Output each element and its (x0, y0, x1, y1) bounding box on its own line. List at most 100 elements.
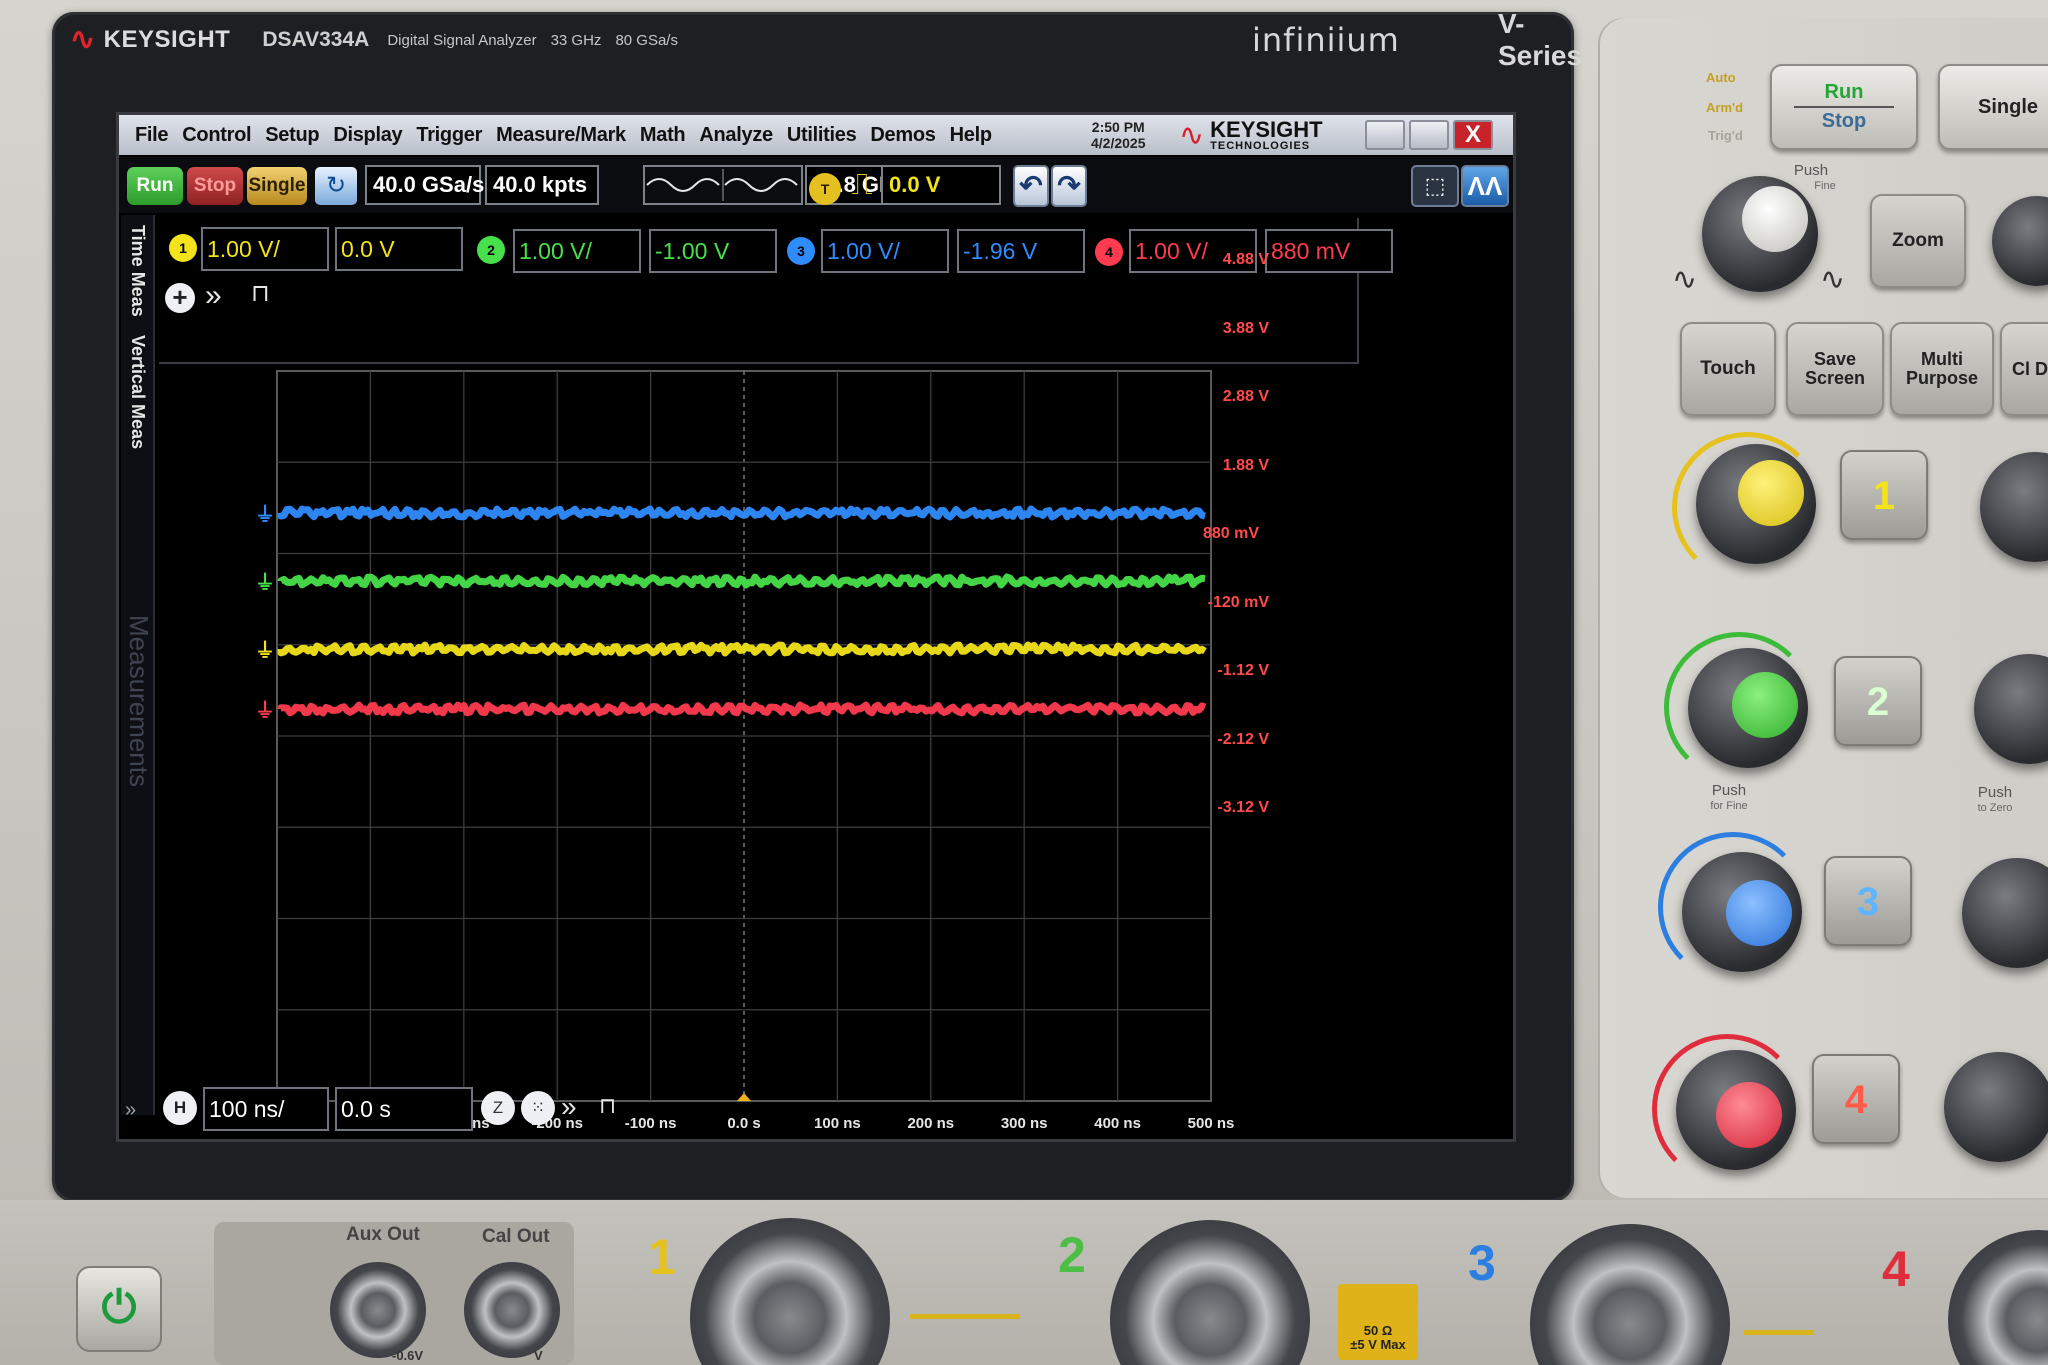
channel-4-offset[interactable]: 880 mV (1265, 229, 1393, 273)
vertical-scale-label: -3.12 V (1217, 799, 1269, 816)
grid-dots-icon[interactable]: ⁙ (521, 1091, 555, 1125)
horizontal-badge[interactable]: H (163, 1091, 197, 1125)
time-axis-label: 200 ns (907, 1115, 955, 1132)
vertical-scale-label: 4.88 V (1222, 251, 1269, 268)
timebase-pin-icon[interactable]: ⊓ (599, 1093, 616, 1119)
channel-2-trace[interactable] (277, 573, 1206, 589)
timebase-position[interactable]: 0.0 s (335, 1087, 473, 1131)
wave-large-icon: ∿ (1820, 263, 1846, 296)
channel-3-key[interactable]: 3 (1824, 856, 1912, 946)
stop-key-label: Stop (1821, 110, 1867, 132)
clear-display-key[interactable]: Cl Disp (2000, 322, 2048, 416)
multi-purpose-key[interactable]: Multi Purpose (1890, 322, 1994, 416)
channel-1-offset[interactable]: 0.0 V (335, 227, 463, 271)
trigger-level-field[interactable]: 0.0 V (881, 165, 1001, 205)
tab-vertical-meas[interactable]: Vertical Meas (127, 335, 148, 449)
aux-out-label: Aux Out (346, 1224, 420, 1245)
status-armd: Arm'd (1706, 100, 1744, 115)
time-axis-label: 300 ns (1000, 1115, 1048, 1132)
single-key[interactable]: Single (1938, 64, 2048, 150)
vertical-scale-label: -2.12 V (1217, 730, 1269, 748)
waveform-display[interactable]: ⏚ ⏚ ⏚ ⏚ (159, 333, 1319, 1153)
channel-2-knob-cap (1732, 672, 1798, 738)
time-axis-label: 500 ns (1187, 1115, 1235, 1132)
input-1-label: 1 (648, 1229, 676, 1285)
channel-3-offset[interactable]: -1.96 V (957, 229, 1085, 273)
aux-range-label: -0.6V (392, 1348, 424, 1363)
channel-1-key[interactable]: 1 (1840, 450, 1928, 540)
aux-out-connector[interactable] (330, 1262, 426, 1358)
channel-3-knob-cap (1726, 880, 1792, 946)
channel-1-scale[interactable]: 1.00 V/ (201, 227, 329, 271)
power-icon[interactable]: ⏻ (76, 1266, 162, 1352)
warning-voltage: ±5 V Max (1350, 1337, 1406, 1352)
product-line: infiniium (1252, 21, 1400, 59)
push-label: Push (1793, 162, 1829, 179)
channel-1-badge[interactable]: 1 (169, 234, 197, 262)
channel-3-ground-marker[interactable]: ⏚ (255, 502, 275, 526)
tab-measurements[interactable]: Measurements (123, 615, 154, 787)
channel-3-badge[interactable]: 3 (787, 237, 815, 265)
rising-edge-icon[interactable]: ⎍ (845, 167, 879, 205)
trigger-badge[interactable]: T (809, 173, 841, 205)
input-2-label: 2 (1058, 1227, 1086, 1283)
push-zero-label: Push (1977, 784, 2013, 801)
for-fine-label: for Fine (1710, 800, 1748, 812)
channel-4-offset-knob[interactable] (1944, 1052, 2048, 1162)
keysight-logo-icon: ∿ (70, 23, 96, 56)
channel-1-stripe (910, 1314, 1020, 1319)
vertical-scale-label: -120 mV (1207, 593, 1269, 611)
channel-4-ground-marker[interactable]: ⏚ (255, 698, 275, 722)
channel-2-key[interactable]: 2 (1834, 656, 1922, 746)
add-icon[interactable]: + (165, 283, 195, 313)
channel-4-badge[interactable]: 4 (1095, 238, 1123, 266)
channel-3-scale[interactable]: 1.00 V/ (821, 229, 949, 273)
channel-2-badge[interactable]: 2 (477, 236, 505, 264)
zoom-badge[interactable]: Z (481, 1091, 515, 1125)
timebase-scale[interactable]: 100 ns/ (203, 1087, 329, 1131)
keysight-brand: ∿ KEYSIGHT (70, 25, 230, 55)
channel-2-ground-marker[interactable]: ⏚ (255, 570, 275, 594)
input-4-label: 4 (1882, 1241, 1910, 1297)
expand-icon[interactable]: » (205, 279, 222, 313)
pin-icon[interactable]: ⊓ (251, 279, 270, 308)
model-bandwidth: 33 GHz (550, 31, 602, 49)
model-description: Digital Signal Analyzer (387, 31, 537, 49)
zoom-box-icon[interactable]: ⬚ (1411, 165, 1459, 207)
touch-key[interactable]: Touch (1680, 322, 1776, 416)
bezel-header: ∿ KEYSIGHT DSAV334A Digital Signal Analy… (70, 8, 1582, 71)
brand-name: KEYSIGHT (103, 26, 231, 53)
vertical-scale-label: 880 mV (1202, 525, 1259, 542)
save-screen-key[interactable]: Save Screen (1786, 322, 1884, 416)
undo-icon[interactable]: ↶ (1013, 165, 1049, 207)
input-warning-label: 50 Ω ±5 V Max (1338, 1284, 1418, 1360)
waveform-grid[interactable]: ⏚ ⏚ ⏚ ⏚ (159, 333, 1319, 1153)
channel-2-scale[interactable]: 1.00 V/ (513, 229, 641, 273)
vertical-scale-label: 1.88 V (1222, 456, 1269, 474)
expand-timebase-icon[interactable]: » (561, 1091, 577, 1123)
model-sample-rate: 80 GSa/s (615, 31, 678, 49)
horizontal-knob-cap (1742, 186, 1808, 252)
model-number: DSAV334A (262, 28, 370, 51)
channel-4-key[interactable]: 4 (1812, 1054, 1900, 1144)
run-stop-divider (1794, 106, 1894, 108)
warning-impedance: 50 Ω (1363, 1323, 1393, 1338)
vertical-scale-label: -1.12 V (1217, 662, 1269, 679)
run-key-label: Run (1824, 81, 1864, 103)
cal-out-label: Cal Out (482, 1226, 550, 1247)
channel-1-ground-marker[interactable]: ⏚ (255, 638, 275, 662)
collapse-icon[interactable]: » (125, 1099, 136, 1122)
front-panel (1598, 18, 2048, 1198)
redo-icon[interactable]: ↷ (1051, 165, 1087, 207)
tab-time-meas[interactable]: Time Meas (127, 225, 148, 317)
zoom-key[interactable]: Zoom (1870, 194, 1966, 288)
channel-4-knob-cap (1716, 1082, 1782, 1148)
side-tab-panel: Time Meas Vertical Meas Measurements (121, 215, 155, 1115)
cal-out-connector[interactable] (464, 1262, 560, 1358)
channel-3-stripe (1744, 1330, 1814, 1335)
run-stop-key[interactable]: Run Stop (1770, 64, 1918, 150)
channel-2-offset[interactable]: -1.00 V (649, 229, 777, 273)
cal-range-label: V (534, 1348, 543, 1363)
autoscale-icon[interactable]: ΛΛ (1461, 165, 1509, 207)
status-auto: Auto (1706, 70, 1736, 85)
